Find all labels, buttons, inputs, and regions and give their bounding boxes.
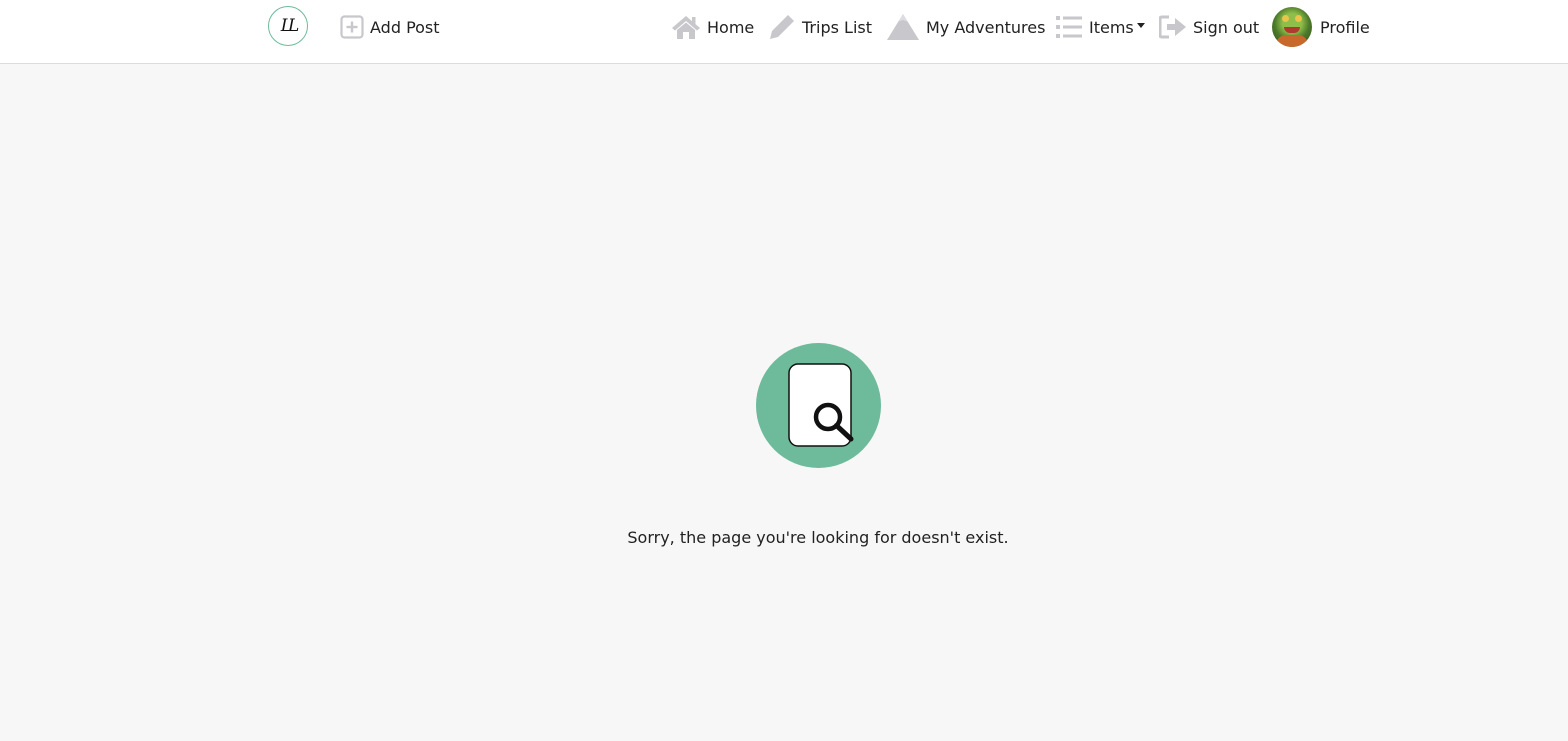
not-found-message: Sorry, the page you're looking for doesn… bbox=[627, 528, 1009, 547]
home-icon bbox=[671, 14, 701, 40]
top-navbar: LL Add Post Home Trips List My Adventure… bbox=[0, 0, 1568, 64]
my-adventures-label: My Adventures bbox=[926, 17, 1046, 37]
sign-out-icon bbox=[1159, 14, 1187, 40]
site-logo[interactable]: LL bbox=[268, 6, 308, 46]
items-dropdown[interactable]: Items bbox=[1055, 0, 1145, 54]
chevron-down-icon bbox=[1136, 23, 1145, 28]
my-adventures-link[interactable]: My Adventures bbox=[886, 0, 1045, 54]
sign-out-link[interactable]: Sign out bbox=[1159, 0, 1259, 54]
logo-text: LL bbox=[280, 16, 299, 36]
items-label: Items bbox=[1089, 17, 1134, 37]
profile-label: Profile bbox=[1320, 17, 1370, 37]
plus-square-icon bbox=[340, 15, 364, 39]
add-post-label: Add Post bbox=[370, 17, 440, 37]
add-post-link[interactable]: Add Post bbox=[340, 0, 440, 54]
trips-list-link[interactable]: Trips List bbox=[768, 0, 872, 54]
pencil-icon bbox=[768, 13, 796, 41]
mountain-icon bbox=[886, 13, 920, 41]
home-label: Home bbox=[707, 17, 755, 37]
list-icon bbox=[1055, 14, 1083, 40]
sign-out-label: Sign out bbox=[1193, 17, 1260, 37]
trips-list-label: Trips List bbox=[802, 17, 872, 37]
profile-link[interactable]: Profile bbox=[1272, 0, 1370, 54]
home-link[interactable]: Home bbox=[671, 0, 754, 54]
avatar bbox=[1272, 7, 1312, 47]
document-search-icon bbox=[756, 343, 881, 468]
